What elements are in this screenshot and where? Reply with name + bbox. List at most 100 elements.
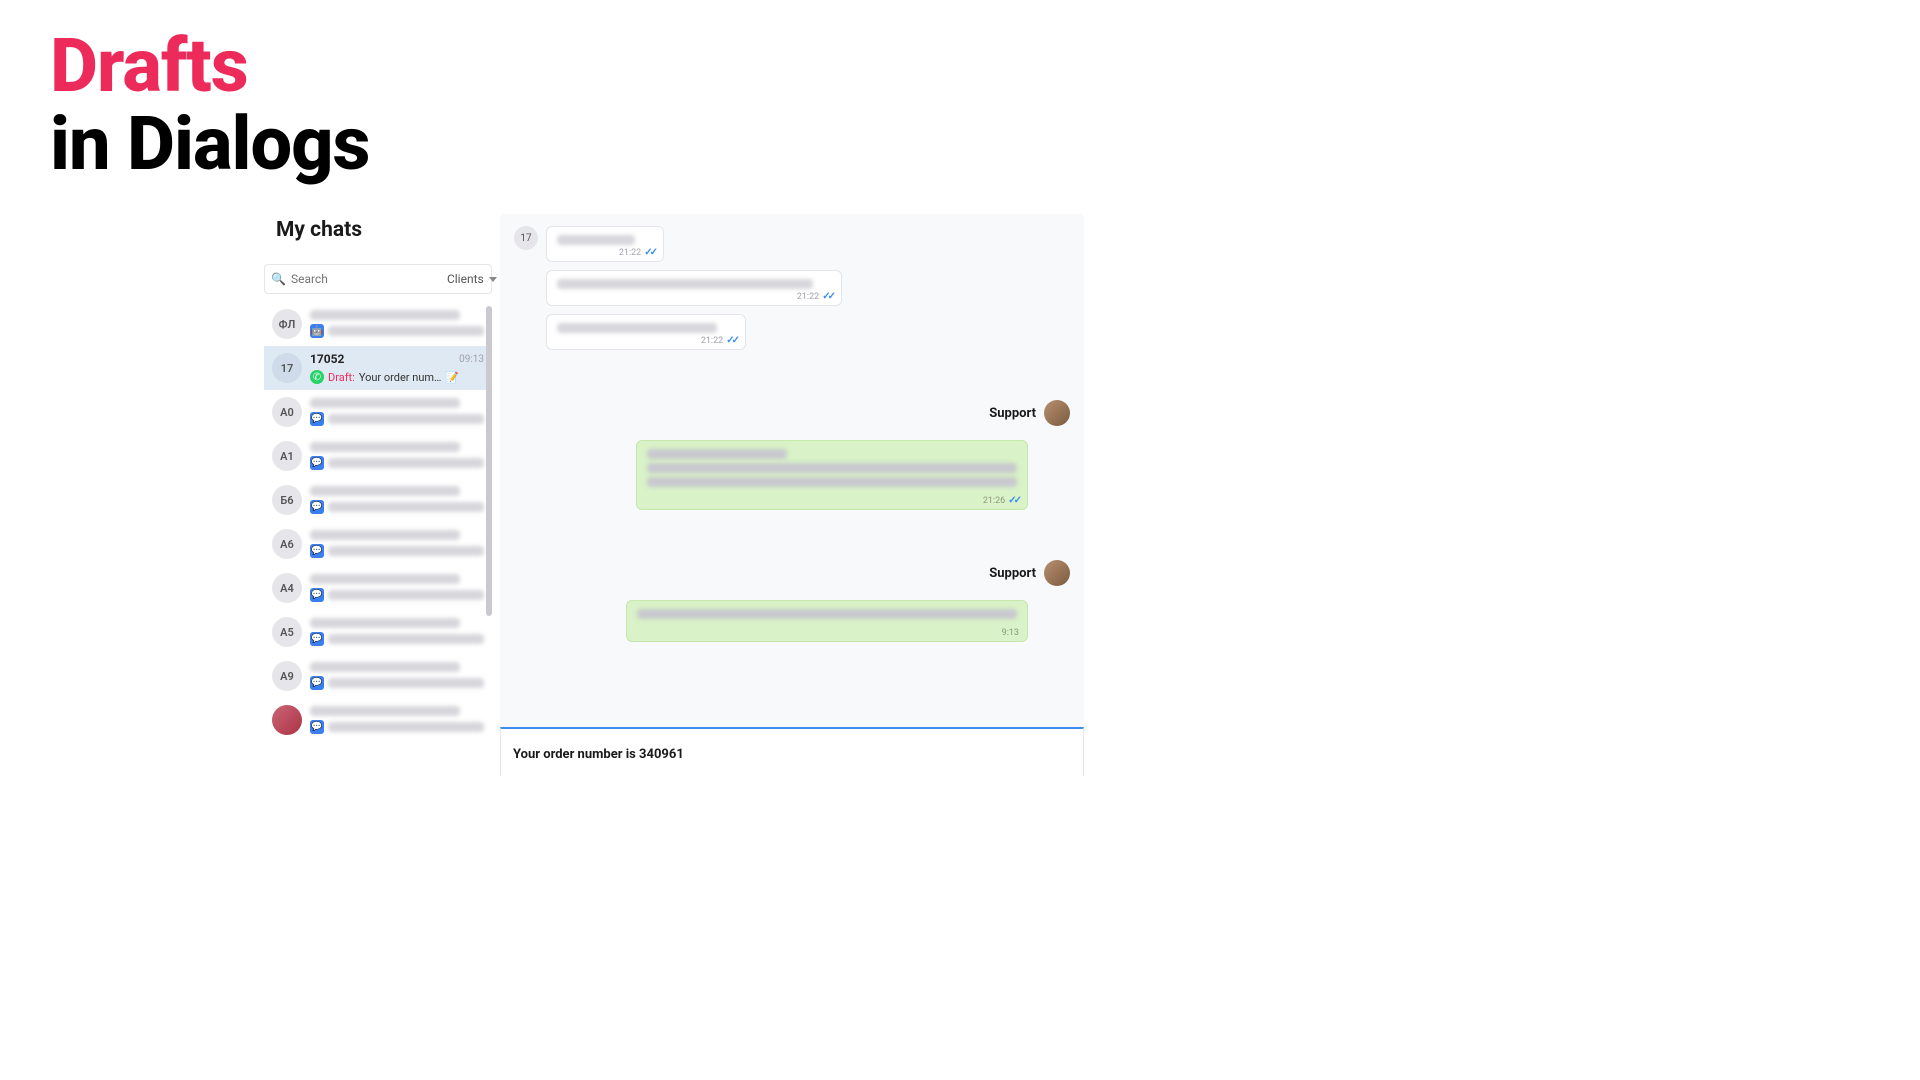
chat-list[interactable]: ФЛ171705209:13Draft:Your order num…📝A0A1… (264, 302, 492, 776)
outgoing-message[interactable]: 9:13 (626, 600, 1028, 642)
avatar: A9 (272, 661, 302, 691)
filter-label[interactable]: Clients (447, 272, 484, 286)
message-composer[interactable]: Your order number is 340961 (500, 727, 1084, 776)
redacted-name (310, 530, 460, 540)
pencil-icon: 📝 (445, 371, 459, 384)
chat-list-item[interactable] (264, 698, 492, 742)
avatar (272, 705, 302, 735)
outgoing-group: 21:26✓✓ (514, 440, 1070, 510)
redacted-preview (328, 502, 484, 512)
message-area[interactable]: 1721:22✓✓21:22✓✓21:22✓✓Support21:26✓✓Sup… (500, 214, 1084, 727)
redacted-name (310, 662, 460, 672)
chat-list-item[interactable]: Б6 (264, 478, 492, 522)
avatar: 17 (272, 353, 302, 383)
avatar: A5 (272, 617, 302, 647)
avatar: A4 (272, 573, 302, 603)
chat-time: 09:13 (459, 354, 484, 365)
outgoing-message[interactable]: 21:26✓✓ (636, 440, 1028, 510)
chat-list-item[interactable]: 171705209:13Draft:Your order num…📝 (264, 346, 492, 390)
message-meta: 21:26✓✓ (983, 495, 1019, 506)
chat-list-item[interactable]: ФЛ (264, 302, 492, 346)
avatar: A6 (272, 529, 302, 559)
message-time: 9:13 (1002, 628, 1019, 638)
read-ticks-icon: ✓✓ (644, 247, 655, 258)
redacted-text (557, 235, 635, 245)
avatar: A0 (272, 397, 302, 427)
avatar: Б6 (272, 485, 302, 515)
redacted-text (557, 323, 717, 333)
chat-icon (310, 632, 324, 646)
chat-list-item[interactable]: A9 (264, 654, 492, 698)
incoming-group: 1721:22✓✓21:22✓✓21:22✓✓ (514, 226, 1070, 350)
redacted-name (310, 442, 460, 452)
chat-app: My chats 🔍 Clients ФЛ171705209:13Draft:Y… (264, 214, 1084, 776)
redacted-preview (328, 678, 484, 688)
sidebar-title: My chats (264, 214, 492, 260)
search-input[interactable] (291, 272, 447, 286)
chat-list-item[interactable]: A1 (264, 434, 492, 478)
read-ticks-icon: ✓✓ (726, 335, 737, 346)
chat-list-item[interactable]: A0 (264, 390, 492, 434)
avatar: ФЛ (272, 309, 302, 339)
message-time: 21:22 (619, 248, 641, 258)
redacted-name (310, 486, 460, 496)
redacted-preview (328, 414, 484, 424)
incoming-message[interactable]: 21:22✓✓ (546, 270, 842, 306)
avatar (1044, 560, 1070, 586)
message-time: 21:22 (797, 292, 819, 302)
chat-name: 17052 (310, 352, 344, 366)
redacted-preview (328, 634, 484, 644)
read-ticks-icon: ✓✓ (1008, 495, 1019, 506)
composer-draft-text[interactable]: Your order number is 340961 (513, 747, 684, 762)
chat-list-item[interactable]: A4 (264, 566, 492, 610)
outgoing-group: 9:13 (514, 600, 1070, 642)
search-icon: 🔍 (271, 272, 286, 286)
message-meta: 21:22✓✓ (619, 247, 655, 258)
chevron-down-icon[interactable] (489, 277, 497, 282)
outgoing-header: Support (514, 400, 1070, 426)
bot-icon (310, 324, 324, 338)
redacted-preview (328, 546, 484, 556)
sender-label: Support (989, 566, 1036, 581)
wa-icon (310, 370, 324, 384)
redacted-text (637, 609, 1017, 619)
list-item-body (310, 486, 484, 514)
outgoing-header: Support (514, 560, 1070, 586)
avatar: 17 (514, 226, 538, 250)
redacted-text (647, 449, 787, 459)
list-item-body (310, 398, 484, 426)
incoming-message[interactable]: 21:22✓✓ (546, 314, 746, 350)
message-meta: 9:13 (1002, 628, 1019, 638)
chat-pane: 1721:22✓✓21:22✓✓21:22✓✓Support21:26✓✓Sup… (500, 214, 1084, 776)
redacted-preview (328, 326, 484, 336)
avatar (1044, 400, 1070, 426)
redacted-name (310, 310, 460, 320)
search-bar[interactable]: 🔍 Clients (264, 264, 492, 294)
chat-icon (310, 720, 324, 734)
redacted-name (310, 574, 460, 584)
message-meta: 21:22✓✓ (797, 291, 833, 302)
redacted-text (647, 477, 1017, 487)
redacted-preview (328, 590, 484, 600)
redacted-preview (328, 722, 484, 732)
sidebar: My chats 🔍 Clients ФЛ171705209:13Draft:Y… (264, 214, 492, 776)
incoming-message[interactable]: 21:22✓✓ (546, 226, 664, 262)
sender-label: Support (989, 406, 1036, 421)
decorative-blob (1160, 540, 1920, 1080)
chat-icon (310, 676, 324, 690)
chat-list-item[interactable]: A5 (264, 610, 492, 654)
list-item-body (310, 706, 484, 734)
chat-icon (310, 456, 324, 470)
chat-icon (310, 412, 324, 426)
list-item-body (310, 618, 484, 646)
redacted-name (310, 618, 460, 628)
headline-main: in Dialogs (50, 104, 370, 185)
list-item-body (310, 310, 484, 338)
redacted-preview (328, 458, 484, 468)
list-item-body: 1705209:13Draft:Your order num…📝 (310, 352, 484, 384)
message-time: 21:22 (701, 336, 723, 346)
list-item-body (310, 574, 484, 602)
message-time: 21:26 (983, 496, 1005, 506)
list-item-body (310, 662, 484, 690)
chat-list-item[interactable]: A6 (264, 522, 492, 566)
